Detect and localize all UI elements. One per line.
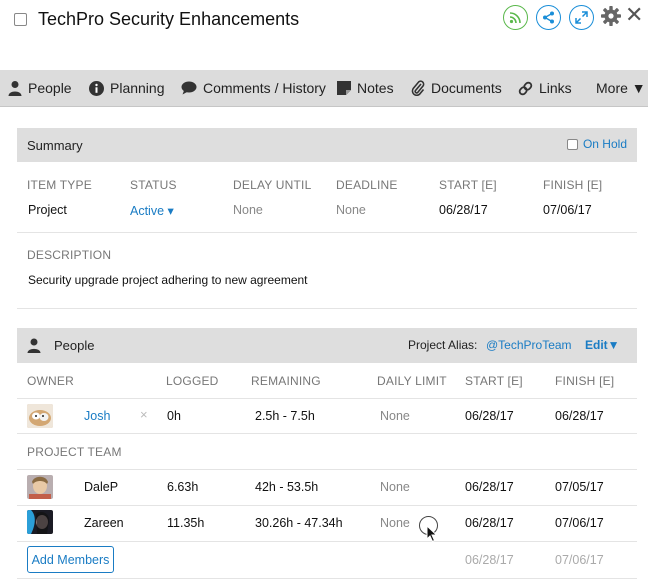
owner-daily-limit[interactable]: None bbox=[380, 409, 410, 423]
tab-label: Planning bbox=[110, 80, 165, 96]
people-header: People Project Alias: @TechProTeam Edit▼ bbox=[17, 328, 637, 363]
owner-start: 06/28/17 bbox=[465, 409, 514, 423]
divider bbox=[17, 469, 637, 470]
project-alias-label: Project Alias: bbox=[408, 338, 478, 352]
member-start: 06/28/17 bbox=[465, 480, 514, 494]
member-remaining[interactable]: 42h - 53.5h bbox=[255, 480, 318, 494]
tab-comments-history[interactable]: Comments / History bbox=[181, 70, 326, 106]
start-value: 06/28/17 bbox=[439, 203, 488, 217]
tab-label: More ▼ bbox=[596, 80, 646, 96]
summary-header: Summary On Hold bbox=[17, 128, 637, 162]
comment-icon bbox=[181, 81, 197, 95]
divider bbox=[17, 308, 637, 309]
member-start: 06/28/17 bbox=[465, 516, 514, 530]
totals-finish: 07/06/17 bbox=[555, 553, 604, 567]
member-finish: 07/06/17 bbox=[555, 516, 604, 530]
tab-label: Links bbox=[539, 80, 572, 96]
edit-dropdown[interactable]: Edit▼ bbox=[585, 338, 620, 352]
share-icon[interactable] bbox=[536, 5, 561, 30]
add-members-button[interactable]: Add Members bbox=[27, 546, 114, 573]
totals-start: 06/28/17 bbox=[465, 553, 514, 567]
tab-people[interactable]: People bbox=[8, 70, 72, 106]
item-type-label: ITEM TYPE bbox=[27, 178, 92, 192]
member-daily-limit[interactable]: None bbox=[380, 516, 410, 530]
member-name: Zareen bbox=[84, 516, 124, 530]
project-alias-link[interactable]: @TechProTeam bbox=[486, 338, 572, 352]
status-dropdown[interactable]: Active ▾ bbox=[130, 203, 174, 218]
member-logged: 11.35h bbox=[167, 516, 205, 530]
owner-name-link[interactable]: Josh bbox=[84, 409, 110, 423]
avatar bbox=[27, 475, 53, 499]
member-logged: 6.63h bbox=[167, 480, 199, 494]
divider bbox=[17, 578, 637, 579]
person-icon bbox=[27, 338, 41, 353]
close-icon[interactable]: ✕ bbox=[625, 4, 643, 26]
info-icon bbox=[89, 80, 104, 96]
on-hold-toggle[interactable]: On Hold bbox=[566, 137, 627, 151]
summary-title: Summary bbox=[27, 138, 83, 153]
finish-column-header: FINISH [E] bbox=[555, 374, 615, 388]
title-bar: TechPro Security Enhancements ✕ bbox=[0, 0, 648, 70]
description-text[interactable]: Security upgrade project adhering to new… bbox=[28, 273, 308, 287]
finish-label: FINISH [E] bbox=[543, 178, 603, 192]
tab-planning[interactable]: Planning bbox=[89, 70, 165, 106]
delay-until-value[interactable]: None bbox=[233, 203, 263, 217]
owner-column-header: OWNER bbox=[27, 374, 74, 388]
owner-logged: 0h bbox=[167, 409, 181, 423]
page-title: TechPro Security Enhancements bbox=[38, 9, 300, 29]
divider bbox=[17, 505, 637, 506]
logged-column-header: LOGGED bbox=[166, 374, 219, 388]
on-hold-label: On Hold bbox=[582, 137, 627, 151]
member-daily-limit[interactable]: None bbox=[380, 480, 410, 494]
start-column-header: START [E] bbox=[465, 374, 523, 388]
link-icon bbox=[518, 81, 533, 95]
tab-label: People bbox=[28, 80, 72, 96]
deadline-label: DEADLINE bbox=[336, 178, 398, 192]
delay-until-label: DELAY UNTIL bbox=[233, 178, 312, 192]
rss-icon[interactable] bbox=[503, 5, 528, 30]
tab-label: Comments / History bbox=[203, 80, 326, 96]
owner-remaining[interactable]: 2.5h - 7.5h bbox=[255, 409, 315, 423]
member-name: DaleP bbox=[84, 480, 119, 494]
title-checkbox[interactable] bbox=[14, 13, 27, 26]
note-icon bbox=[337, 81, 351, 95]
on-hold-checkbox[interactable] bbox=[566, 138, 578, 150]
paperclip-icon bbox=[411, 80, 425, 96]
people-title: People bbox=[54, 338, 95, 353]
member-remaining[interactable]: 30.26h - 47.34h bbox=[255, 516, 343, 530]
tab-notes[interactable]: Notes bbox=[337, 70, 394, 106]
description-label: DESCRIPTION bbox=[27, 248, 112, 262]
tab-bar: People Planning Comments / History Notes… bbox=[0, 70, 648, 107]
avatar bbox=[27, 404, 53, 428]
expand-icon[interactable] bbox=[569, 5, 594, 30]
finish-value: 07/06/17 bbox=[543, 203, 592, 217]
person-icon bbox=[8, 81, 22, 96]
start-label: START [E] bbox=[439, 178, 497, 192]
member-finish: 07/05/17 bbox=[555, 480, 604, 494]
cursor-arrow-icon bbox=[426, 525, 438, 543]
remove-owner-icon[interactable]: × bbox=[140, 407, 148, 422]
deadline-value[interactable]: None bbox=[336, 203, 366, 217]
tab-more[interactable]: More ▼ bbox=[596, 70, 646, 106]
gear-icon[interactable] bbox=[600, 5, 622, 27]
item-type-value: Project bbox=[28, 203, 67, 217]
status-label: STATUS bbox=[130, 178, 177, 192]
tab-links[interactable]: Links bbox=[518, 70, 572, 106]
divider bbox=[17, 541, 637, 542]
project-team-label: PROJECT TEAM bbox=[27, 445, 122, 459]
tab-documents[interactable]: Documents bbox=[411, 70, 502, 106]
daily-limit-column-header: DAILY LIMIT bbox=[377, 374, 447, 388]
owner-finish: 06/28/17 bbox=[555, 409, 604, 423]
divider bbox=[17, 433, 637, 434]
tab-label: Notes bbox=[357, 80, 394, 96]
remaining-column-header: REMAINING bbox=[251, 374, 321, 388]
divider bbox=[17, 232, 637, 233]
divider bbox=[17, 398, 637, 399]
tab-label: Documents bbox=[431, 80, 502, 96]
avatar bbox=[27, 510, 53, 534]
